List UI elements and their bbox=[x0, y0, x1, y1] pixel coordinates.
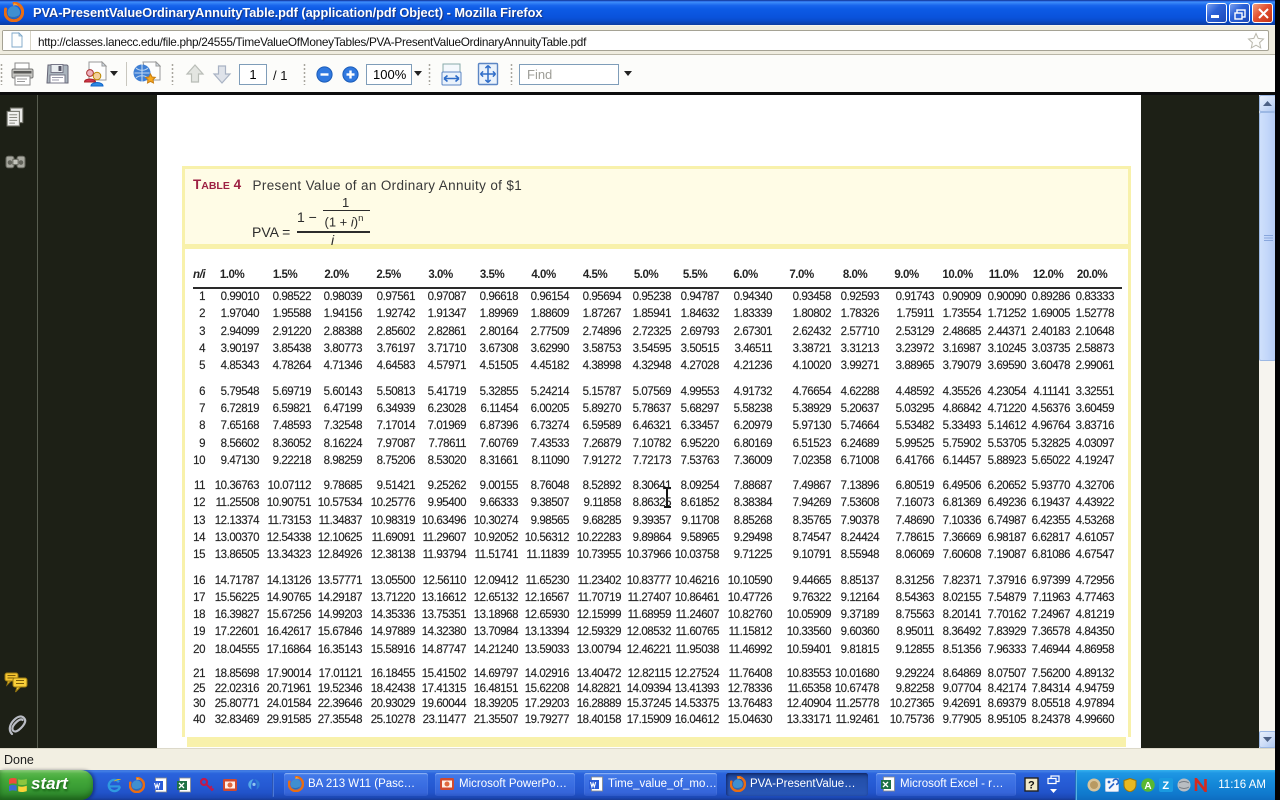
svg-text:Z: Z bbox=[1162, 780, 1169, 792]
svg-text:?: ? bbox=[1028, 780, 1035, 792]
svg-text:A: A bbox=[1144, 781, 1151, 792]
